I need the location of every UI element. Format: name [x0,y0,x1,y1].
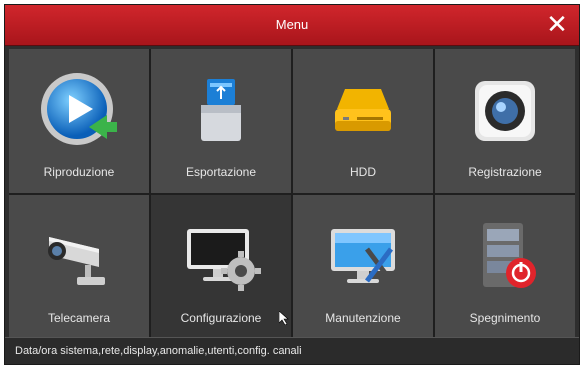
title-bar: Menu ✕ [5,5,579,46]
tile-label: Riproduzione [43,165,115,179]
close-icon[interactable]: ✕ [543,11,571,39]
menu-grid: Riproduzione Esportazione HDD Registrazi… [9,49,575,339]
tile-registrazione[interactable]: Registrazione [435,49,575,193]
mouse-cursor-icon [279,311,289,325]
status-bar: Data/ora sistema,rete,display,anomalie,u… [5,337,579,364]
menu-window: Menu ✕ Riproduzione Esportazione HDD Reg… [4,4,580,365]
tile-hdd[interactable]: HDD [293,49,433,193]
power-server-icon [463,215,547,299]
tile-label: Esportazione [185,165,257,179]
usb-drive-icon [179,69,263,153]
tile-riproduzione[interactable]: Riproduzione [9,49,149,193]
window-title: Menu [275,17,309,32]
tile-telecamera[interactable]: Telecamera [9,195,149,339]
tile-label: Telecamera [47,311,111,325]
hard-disk-icon [321,69,405,153]
cctv-camera-icon [37,215,121,299]
tile-spegnimento[interactable]: Spegnimento [435,195,575,339]
tile-label: Registrazione [468,165,542,179]
tile-label: Configurazione [180,311,262,325]
maintenance-monitor-icon [321,215,405,299]
tile-esportazione[interactable]: Esportazione [151,49,291,193]
status-text: Data/ora sistema,rete,display,anomalie,u… [15,345,302,357]
settings-monitor-icon [179,215,263,299]
tile-label: HDD [350,165,376,179]
tile-manutenzione[interactable]: Manutenzione [293,195,433,339]
tile-label: Manutenzione [325,311,401,325]
playback-icon [37,69,121,153]
tile-label: Spegnimento [469,311,541,325]
tile-configurazione[interactable]: Configurazione [151,195,291,339]
record-camera-icon [463,69,547,153]
